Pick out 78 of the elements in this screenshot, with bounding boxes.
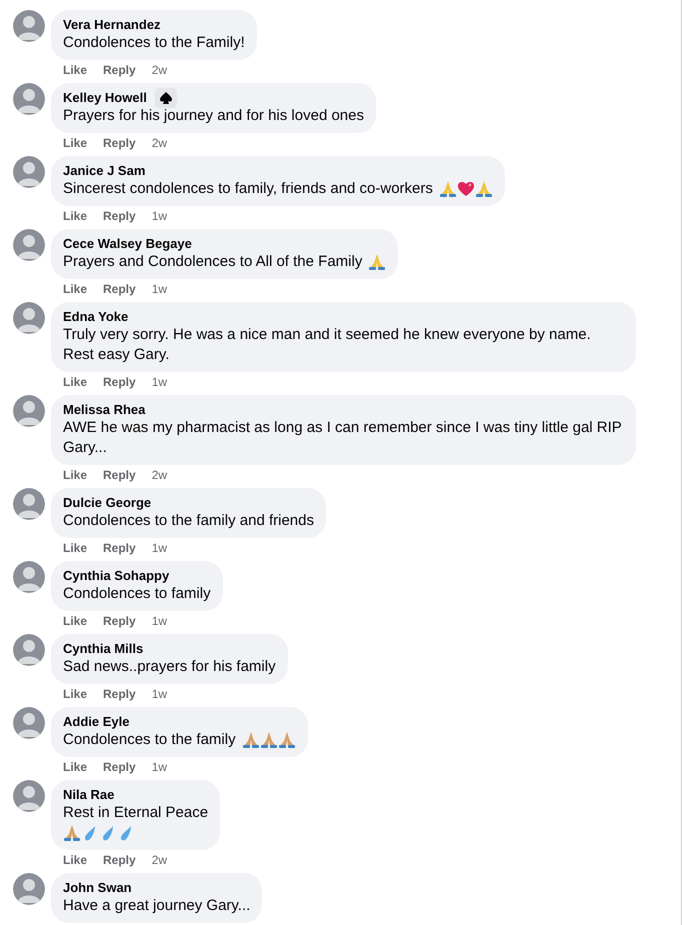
praying-hands-icon — [368, 253, 386, 272]
comment-text: AWE he was my pharmacist as long as I can remember since I was tiny little gal RIP Gary... — [63, 419, 622, 456]
like-button[interactable]: Like — [63, 759, 88, 775]
avatar[interactable] — [13, 873, 45, 905]
comment-text: Sad news..prayers for his family — [63, 658, 276, 675]
like-button[interactable]: Like — [63, 686, 88, 702]
timestamp[interactable]: 2w — [152, 135, 168, 151]
timestamp[interactable]: 1w — [152, 374, 168, 390]
author-name[interactable]: Cynthia Sohappy — [63, 568, 170, 584]
praying-hands-icon — [278, 731, 296, 750]
avatar[interactable] — [13, 10, 45, 42]
like-button[interactable]: Like — [63, 467, 88, 483]
like-button[interactable]: Like — [63, 62, 88, 78]
like-button[interactable]: Like — [63, 852, 88, 868]
timestamp[interactable]: 2w — [152, 852, 168, 868]
timestamp[interactable]: 1w — [152, 613, 168, 629]
reply-button[interactable]: Reply — [103, 686, 136, 702]
reply-button[interactable]: Reply — [103, 852, 136, 868]
avatar[interactable] — [13, 488, 45, 520]
timestamp[interactable]: 1w — [152, 281, 168, 297]
avatar[interactable] — [13, 156, 45, 188]
spade-icon — [154, 88, 177, 108]
comment-text: Prayers for his journey and for his loved ones — [63, 107, 364, 124]
reply-button[interactable]: Reply — [103, 281, 136, 297]
avatar[interactable] — [13, 229, 45, 261]
author-name[interactable]: Cece Walsey Begaye — [63, 236, 192, 252]
comment-text: Condolences to the family — [63, 731, 236, 748]
avatar[interactable] — [13, 561, 45, 593]
reply-button[interactable]: Reply — [103, 759, 136, 775]
heart-icon — [456, 180, 475, 198]
author-name[interactable]: Dulcie George — [63, 495, 152, 511]
praying-hands-icon — [242, 731, 260, 750]
praying-hands-icon — [438, 180, 457, 198]
author-name[interactable]: Nila Rae — [63, 787, 114, 803]
avatar[interactable] — [13, 707, 45, 739]
timestamp[interactable]: 2w — [152, 467, 168, 483]
timestamp[interactable]: 1w — [152, 686, 168, 702]
like-button[interactable]: Like — [63, 613, 88, 629]
comment-text: Prayers and Condolences to All of the Family — [63, 253, 362, 270]
comment-text: Truly very sorry. He was a nice man and it seemed he knew everyone by name. Rest easy Gary. — [63, 326, 591, 363]
reply-button[interactable]: Reply — [103, 62, 136, 78]
avatar[interactable] — [13, 395, 45, 427]
avatar[interactable] — [13, 302, 45, 334]
reply-button[interactable]: Reply — [103, 374, 136, 390]
comment-text: Rest in Eternal Peace — [63, 804, 208, 821]
timestamp[interactable]: 1w — [152, 208, 168, 224]
reply-button[interactable]: Reply — [103, 135, 136, 151]
comment-text: Condolences to family — [63, 585, 211, 602]
comment-text: Sincerest condolences to family, friends and co-workers — [63, 180, 433, 197]
avatar[interactable] — [13, 780, 45, 812]
author-name[interactable]: Cynthia Mills — [63, 641, 144, 657]
comment-text: Condolences to the family and friends — [63, 512, 314, 529]
reply-button[interactable]: Reply — [103, 467, 136, 483]
like-button[interactable]: Like — [63, 208, 88, 224]
reply-button[interactable]: Reply — [103, 613, 136, 629]
timestamp[interactable]: 1w — [152, 759, 168, 775]
author-name[interactable]: Kelley Howell — [63, 90, 147, 106]
author-name[interactable]: Addie Eyle — [63, 714, 130, 730]
like-button[interactable]: Like — [63, 135, 88, 151]
author-name[interactable]: Janice J Sam — [63, 163, 146, 179]
like-button[interactable]: Like — [63, 540, 88, 556]
reply-button[interactable]: Reply — [103, 540, 136, 556]
author-name[interactable]: John Swan — [63, 880, 132, 896]
avatar[interactable] — [13, 83, 45, 115]
praying-hands-icon — [63, 824, 81, 842]
comment-text: Condolences to the Family! — [63, 34, 245, 51]
like-button[interactable]: Like — [63, 281, 88, 297]
comment-text: Have a great journey Gary... — [63, 897, 250, 914]
timestamp[interactable]: 1w — [152, 540, 168, 556]
author-name[interactable]: Vera Hernandez — [63, 17, 161, 33]
author-name[interactable]: Melissa Rhea — [63, 402, 146, 418]
author-name[interactable]: Edna Yoke — [63, 309, 128, 325]
avatar[interactable] — [13, 634, 45, 666]
reply-button[interactable]: Reply — [103, 208, 136, 224]
praying-hands-icon — [260, 731, 278, 750]
praying-hands-icon — [474, 180, 493, 198]
like-button[interactable]: Like — [63, 374, 88, 390]
timestamp[interactable]: 2w — [152, 62, 168, 78]
